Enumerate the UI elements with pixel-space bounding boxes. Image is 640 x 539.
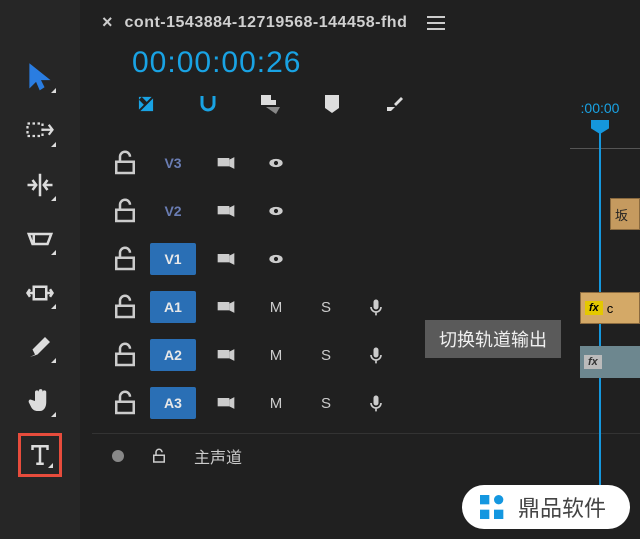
settings-icon[interactable] [382, 92, 406, 121]
sync-lock-icon[interactable] [206, 345, 246, 365]
linked-selection-icon[interactable] [258, 92, 282, 121]
ripple-edit-tool[interactable] [18, 163, 62, 207]
track-output-toggle[interactable] [256, 201, 296, 221]
selection-tool[interactable] [18, 55, 62, 99]
solo-toggle[interactable]: S [306, 395, 346, 412]
mute-toggle[interactable]: M [256, 395, 296, 412]
lock-toggle[interactable] [110, 244, 140, 274]
master-track-label: 主声道 [194, 444, 242, 468]
scroll-handle[interactable] [112, 450, 124, 462]
voice-record-icon[interactable] [356, 297, 396, 317]
watermark-text: 鼎品软件 [518, 491, 606, 523]
track-v3: V3 [92, 139, 640, 187]
lock-toggle[interactable] [110, 292, 140, 322]
timeline-options [92, 90, 640, 139]
sync-lock-icon[interactable] [206, 297, 246, 317]
tooltip: 切换轨道输出 [425, 320, 561, 358]
hand-tool[interactable] [18, 379, 62, 423]
marker-icon[interactable] [320, 92, 344, 121]
solo-toggle[interactable]: S [306, 299, 346, 316]
track-label-v3[interactable]: V3 [150, 147, 196, 179]
fx-badge: fx [585, 301, 603, 315]
clip-v1[interactable]: fxc [580, 292, 640, 324]
sync-lock-icon[interactable] [206, 153, 246, 173]
playhead-time-label: :00:00 [560, 100, 640, 116]
master-track-row: 主声道 [92, 433, 640, 478]
sequence-title: cont-1543884-12719568-144458-fhd [125, 14, 408, 32]
track-label-a3[interactable]: A3 [150, 387, 196, 419]
panel-menu-icon[interactable] [427, 16, 445, 30]
track-label-v1[interactable]: V1 [150, 243, 196, 275]
close-sequence-icon[interactable]: × [102, 12, 113, 33]
track-headers: V3 V2 V1 A1 M S [92, 139, 640, 427]
sync-lock-icon[interactable] [206, 249, 246, 269]
voice-record-icon[interactable] [356, 345, 396, 365]
mute-toggle[interactable]: M [256, 347, 296, 364]
type-tool[interactable] [18, 433, 62, 477]
solo-toggle[interactable]: S [306, 347, 346, 364]
sequence-header: × cont-1543884-12719568-144458-fhd [92, 0, 640, 41]
snap-icon[interactable] [196, 92, 220, 121]
sync-lock-icon[interactable] [206, 393, 246, 413]
clip-v3[interactable]: 坂 [610, 198, 640, 230]
pen-tool[interactable] [18, 325, 62, 369]
razor-tool[interactable] [18, 217, 62, 261]
lock-toggle[interactable] [144, 447, 174, 465]
track-v2: V2 [92, 187, 640, 235]
track-label-a2[interactable]: A2 [150, 339, 196, 371]
sync-lock-icon[interactable] [206, 201, 246, 221]
lock-toggle[interactable] [110, 196, 140, 226]
timecode-display[interactable]: 00:00:00:26 [92, 41, 321, 90]
lock-toggle[interactable] [110, 388, 140, 418]
clip-a1[interactable]: fx [580, 346, 640, 378]
slip-tool[interactable] [18, 271, 62, 315]
track-output-toggle[interactable] [256, 153, 296, 173]
toolbox [0, 0, 80, 539]
lock-toggle[interactable] [110, 340, 140, 370]
lock-toggle[interactable] [110, 148, 140, 178]
voice-record-icon[interactable] [356, 393, 396, 413]
track-select-tool[interactable] [18, 109, 62, 153]
track-label-v2[interactable]: V2 [150, 195, 196, 227]
track-output-toggle[interactable] [256, 249, 296, 269]
watermark: 鼎品软件 [462, 485, 630, 529]
mute-toggle[interactable]: M [256, 299, 296, 316]
watermark-logo-icon [476, 491, 508, 523]
track-v1: V1 [92, 235, 640, 283]
fx-badge: fx [584, 355, 602, 369]
track-a3: A3 M S [92, 379, 640, 427]
track-label-a1[interactable]: A1 [150, 291, 196, 323]
timeline-panel: × cont-1543884-12719568-144458-fhd 00:00… [80, 0, 640, 539]
insert-mode-icon[interactable] [134, 92, 158, 121]
